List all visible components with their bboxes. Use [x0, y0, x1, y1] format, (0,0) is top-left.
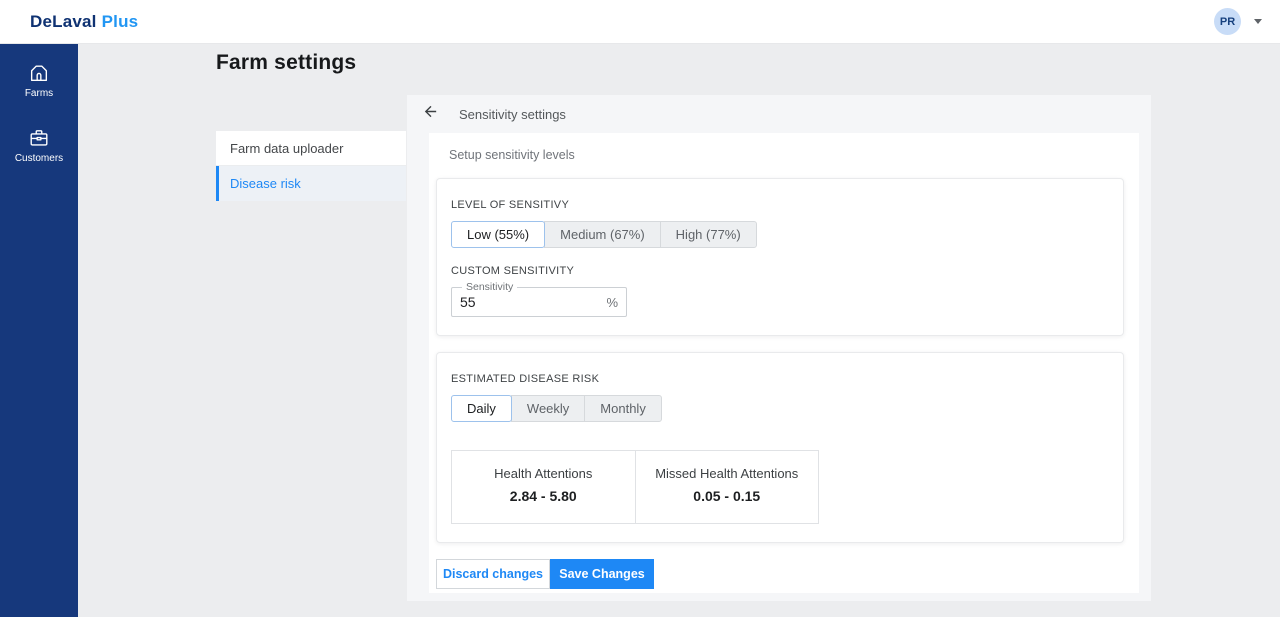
arrow-left-icon — [422, 103, 439, 125]
period-toggle-group: Daily Weekly Monthly — [451, 395, 662, 422]
risk-stats-table: Health Attentions 2.84 - 5.80 Missed Hea… — [451, 450, 819, 524]
actions-row: Discard changes Save Changes — [436, 559, 1124, 589]
sensitivity-level-section: LEVEL OF SENSITIVY Low (55%) Medium (67%… — [436, 178, 1124, 336]
logo-text-accent: Plus — [102, 12, 139, 31]
sensitivity-level-toggle-group: Low (55%) Medium (67%) High (77%) — [451, 221, 757, 248]
sidebar-item-customers[interactable]: Customers — [0, 125, 78, 166]
discard-changes-button[interactable]: Discard changes — [436, 559, 550, 589]
subnav-item-farm-data-uploader[interactable]: Farm data uploader — [216, 131, 406, 166]
settings-subnav: Farm data uploader Disease risk — [216, 131, 406, 201]
page-title: Farm settings — [216, 51, 356, 75]
app-root: DeLaval Plus PR Farms — [0, 0, 1280, 617]
chevron-down-icon[interactable] — [1254, 19, 1262, 24]
back-button[interactable] — [418, 102, 442, 126]
stat-label: Missed Health Attentions — [642, 466, 813, 481]
health-attentions-cell: Health Attentions 2.84 - 5.80 — [452, 451, 635, 523]
sensitivity-settings-panel: Sensitivity settings Setup sensitivity l… — [407, 95, 1151, 601]
percent-suffix: % — [606, 295, 618, 310]
sensitivity-field: Sensitivity % — [451, 281, 627, 317]
briefcase-icon — [28, 127, 50, 149]
card-subtitle: Setup sensitivity levels — [449, 148, 1124, 162]
period-monthly-button[interactable]: Monthly — [584, 395, 662, 422]
sidebar-item-label: Farms — [25, 88, 53, 99]
save-changes-button[interactable]: Save Changes — [550, 559, 654, 589]
missed-health-attentions-cell: Missed Health Attentions 0.05 - 0.15 — [635, 451, 819, 523]
sensitivity-input[interactable] — [460, 294, 606, 310]
subnav-item-disease-risk[interactable]: Disease risk — [216, 166, 406, 201]
panel-header: Sensitivity settings — [407, 95, 1151, 133]
period-weekly-button[interactable]: Weekly — [511, 395, 585, 422]
avatar[interactable]: PR — [1214, 8, 1241, 35]
sensitivity-low-button[interactable]: Low (55%) — [451, 221, 545, 248]
delaval-plus-logo[interactable]: DeLaval Plus — [30, 12, 138, 32]
barn-icon — [28, 62, 50, 84]
sensitivity-medium-button[interactable]: Medium (67%) — [544, 221, 661, 248]
settings-card: Setup sensitivity levels LEVEL OF SENSIT… — [429, 133, 1139, 593]
period-daily-button[interactable]: Daily — [451, 395, 512, 422]
user-menu[interactable]: PR — [1214, 8, 1262, 35]
stat-value: 2.84 - 5.80 — [458, 488, 629, 504]
top-header: DeLaval Plus PR — [0, 0, 1280, 44]
panel-title: Sensitivity settings — [459, 107, 566, 122]
custom-sensitivity-label: CUSTOM SENSITIVITY — [451, 265, 1109, 277]
sidebar: Farms Customers — [0, 44, 78, 617]
logo-text-primary: DeLaval — [30, 12, 97, 31]
level-of-sensitivity-label: LEVEL OF SENSITIVY — [451, 199, 1109, 211]
sensitivity-high-button[interactable]: High (77%) — [660, 221, 757, 248]
stat-label: Health Attentions — [458, 466, 629, 481]
sidebar-item-farms[interactable]: Farms — [0, 60, 78, 101]
estimated-disease-risk-label: ESTIMATED DISEASE RISK — [451, 373, 1109, 385]
estimated-disease-risk-section: ESTIMATED DISEASE RISK Daily Weekly Mont… — [436, 352, 1124, 543]
sidebar-item-label: Customers — [15, 153, 63, 164]
stat-value: 0.05 - 0.15 — [642, 488, 813, 504]
sensitivity-field-label: Sensitivity — [462, 281, 517, 293]
